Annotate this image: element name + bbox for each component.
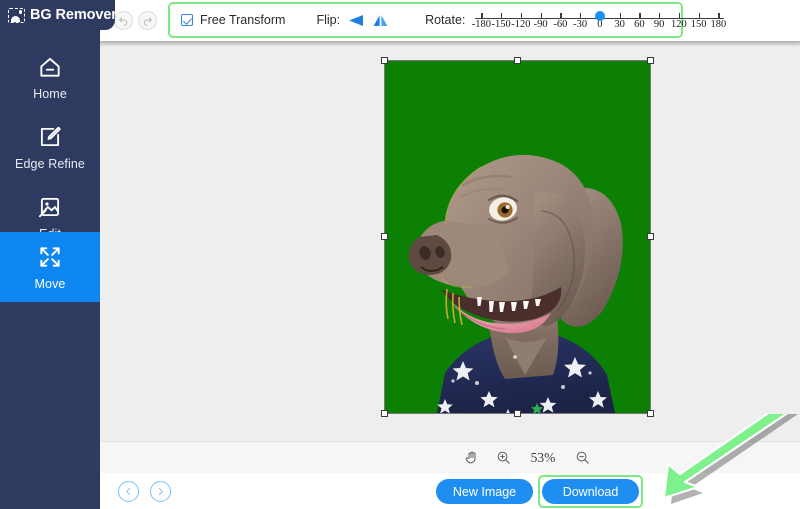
pen-square-icon [37,124,63,150]
chevron-left-icon [124,487,133,496]
top-toolbar: Free Transform Flip: Rotate: -180-150-12… [100,0,800,41]
resize-handle-middle-right[interactable] [647,233,654,240]
sidebar: Home Edge Refine Edit [0,0,100,509]
chevron-right-icon [156,487,165,496]
rotate-tick-label: -120 [511,19,530,30]
resize-handle-top-center[interactable] [514,57,521,64]
zoom-toolbar: 53% [100,441,800,473]
home-icon [37,54,63,80]
move-arrows-icon [37,244,63,270]
resize-handle-middle-left[interactable] [381,233,388,240]
flip-vertical-icon[interactable] [372,13,389,28]
redo-arrow-icon [142,15,153,26]
sidebar-item-label: Home [33,87,67,101]
resize-handle-bottom-left[interactable] [381,410,388,417]
undo-arrow-icon [118,15,129,26]
rotate-tick-label: 180 [711,19,727,30]
rotate-tick-label: 120 [671,19,687,30]
new-image-button[interactable]: New Image [436,479,533,504]
flip-label: Flip: [316,13,340,27]
rotate-tick-label: 0 [597,19,602,30]
rotate-tick-label: -150 [492,19,511,30]
selected-image-wrapper[interactable] [385,61,650,413]
free-transform-label: Free Transform [200,13,285,27]
sidebar-item-edge-refine[interactable]: Edge Refine [0,112,100,182]
zoom-out-icon[interactable] [575,450,590,465]
previous-image-button[interactable] [118,481,139,502]
resize-handle-top-right[interactable] [647,57,654,64]
rotate-tick-label: 150 [691,19,707,30]
sidebar-item-move[interactable]: Move [0,232,100,302]
image-dashed-icon [8,8,25,23]
toolbar-shadow [100,41,800,47]
sidebar-item-label: Edge Refine [15,157,85,171]
download-button[interactable]: Download [542,479,639,504]
redo-button[interactable] [138,11,157,30]
sidebar-item-label: Move [35,277,66,291]
rotate-tick-label: -60 [553,19,567,30]
rotate-tick-label: -90 [534,19,548,30]
rotate-tick-label: -30 [573,19,587,30]
dog-illustration [385,61,650,413]
rotate-tick-label: 30 [614,19,625,30]
canvas-area[interactable] [100,41,800,441]
rotate-tick-label: -180 [472,19,491,30]
zoom-level-value: 53% [528,450,558,466]
app-brand: BG Remover [0,0,115,30]
image-edit-icon [37,194,63,220]
sidebar-item-home[interactable]: Home [0,42,100,112]
resize-handle-bottom-right[interactable] [647,410,654,417]
rotate-slider[interactable]: -180-150-120 -90 -60 -30 0 30 60 90 120 150 180 [475,7,724,33]
transform-toolbar-group: Free Transform Flip: Rotate: -180-150-12… [168,2,683,38]
hand-tool-icon[interactable] [464,450,479,465]
resize-handle-top-left[interactable] [381,57,388,64]
flip-horizontal-icon[interactable] [347,13,364,28]
bg-remover-window: Home Edge Refine Edit [0,0,800,509]
rotate-slider-handle[interactable] [595,11,605,21]
weimaraner-dog-photo[interactable] [385,61,650,413]
brand-name: BG Remover [30,7,117,23]
free-transform-checkbox[interactable] [181,14,193,26]
rotate-label: Rotate: [425,13,465,27]
zoom-in-icon[interactable] [496,450,511,465]
next-image-button[interactable] [150,481,171,502]
resize-handle-bottom-center[interactable] [514,410,521,417]
footer-bar: New Image Download [100,473,800,509]
rotate-tick-label: 60 [634,19,645,30]
rotate-tick-label: 90 [654,19,665,30]
